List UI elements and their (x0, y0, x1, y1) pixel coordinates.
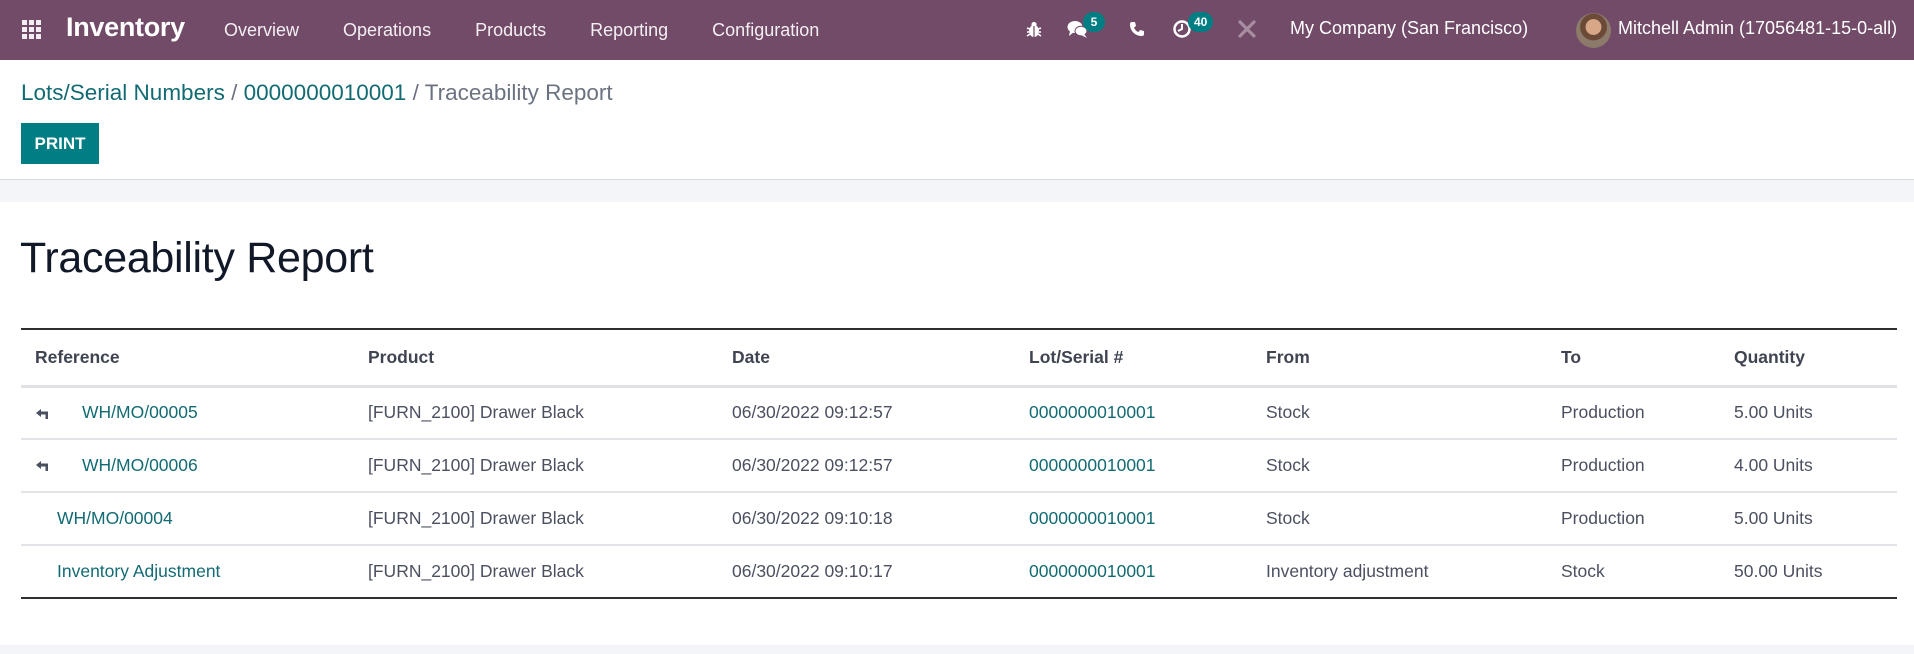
to-location-cell: Stock (1561, 561, 1605, 581)
column-header-lot-serial: Lot/Serial # (1029, 346, 1124, 367)
breadcrumb-lot-record[interactable]: 0000000010001 (244, 80, 407, 105)
bug-icon[interactable] (1021, 16, 1047, 42)
column-header-product: Product (368, 346, 435, 367)
menu-item-overview[interactable]: Overview (224, 20, 299, 41)
column-header-quantity: Quantity (1734, 346, 1805, 367)
product-cell: [FURN_2100] Drawer Black (368, 508, 584, 528)
lot-serial-link[interactable]: 0000000010001 (1029, 508, 1156, 528)
date-cell: 06/30/2022 09:10:18 (732, 508, 893, 528)
app-name[interactable]: Inventory (66, 12, 185, 43)
activities-count-badge: 40 (1188, 12, 1214, 32)
menu-item-configuration[interactable]: Configuration (712, 20, 819, 41)
menu-item-reporting[interactable]: Reporting (590, 20, 668, 41)
product-cell: [FURN_2100] Drawer Black (368, 455, 584, 475)
date-cell: 06/30/2022 09:12:57 (732, 455, 893, 475)
quantity-cell: 5.00 Units (1734, 508, 1813, 528)
date-cell: 06/30/2022 09:12:57 (732, 402, 893, 423)
messages-count-badge: 5 (1083, 12, 1105, 32)
menu-item-operations[interactable]: Operations (343, 20, 431, 41)
to-location-cell: Production (1561, 508, 1645, 528)
to-location-cell: Production (1561, 402, 1645, 423)
phone-icon[interactable] (1124, 16, 1150, 42)
user-avatar[interactable] (1576, 13, 1611, 48)
top-navbar: Inventory Overview Operations Products R… (0, 0, 1914, 60)
to-location-cell: Production (1561, 455, 1645, 475)
table-row: Inventory Adjustment [FURN_2100] Drawer … (21, 545, 1897, 598)
report-title: Traceability Report (20, 234, 374, 282)
content-background-band (0, 180, 1914, 202)
breadcrumb-separator: / (231, 80, 244, 105)
tools-icon[interactable] (1234, 16, 1260, 42)
unfold-icon[interactable] (35, 408, 49, 420)
main-menu: Overview Operations Products Reporting C… (224, 0, 863, 60)
reference-link[interactable]: WH/MO/00005 (82, 402, 198, 422)
table-row: WH/MO/00005 [FURN_2100] Drawer Black 06/… (21, 386, 1897, 439)
reference-link[interactable]: Inventory Adjustment (57, 561, 220, 582)
lot-serial-link[interactable]: 0000000010001 (1029, 402, 1156, 422)
from-location-cell: Inventory adjustment (1266, 561, 1429, 581)
user-menu[interactable]: Mitchell Admin (17056481-15-0-all) (1618, 18, 1897, 39)
from-location-cell: Stock (1266, 455, 1310, 475)
table-row: WH/MO/00006 [FURN_2100] Drawer Black 06/… (21, 439, 1897, 492)
product-cell: [FURN_2100] Drawer Black (368, 402, 584, 423)
menu-item-products[interactable]: Products (475, 20, 546, 41)
apps-menu-icon[interactable] (22, 20, 42, 39)
product-cell: [FURN_2100] Drawer Black (368, 561, 584, 581)
quantity-cell: 5.00 Units (1734, 402, 1813, 423)
company-switcher[interactable]: My Company (San Francisco) (1290, 18, 1528, 39)
column-header-reference: Reference (35, 346, 120, 367)
table-row: WH/MO/00004 [FURN_2100] Drawer Black 06/… (21, 492, 1897, 545)
column-header-from: From (1266, 346, 1310, 367)
breadcrumb: Lots/Serial Numbers / 0000000010001 / Tr… (21, 80, 613, 106)
lot-serial-link[interactable]: 0000000010001 (1029, 455, 1156, 475)
date-cell: 06/30/2022 09:10:17 (732, 561, 893, 581)
traceability-table: Reference Product Date Lot/Serial # From… (21, 328, 1897, 599)
breadcrumb-separator: / (412, 80, 425, 105)
column-header-to: To (1561, 346, 1582, 367)
breadcrumb-current: Traceability Report (424, 80, 613, 105)
from-location-cell: Stock (1266, 402, 1310, 423)
quantity-cell: 4.00 Units (1734, 455, 1813, 475)
reference-link[interactable]: WH/MO/00006 (82, 455, 198, 475)
print-button[interactable]: PRINT (21, 123, 99, 164)
unfold-icon[interactable] (35, 460, 49, 472)
lot-serial-link[interactable]: 0000000010001 (1029, 561, 1156, 581)
reference-link[interactable]: WH/MO/00004 (57, 508, 173, 529)
from-location-cell: Stock (1266, 508, 1310, 528)
table-header-row: Reference Product Date Lot/Serial # From… (21, 329, 1897, 386)
quantity-cell: 50.00 Units (1734, 561, 1823, 581)
column-header-date: Date (732, 346, 770, 367)
content-background-band (0, 645, 1914, 654)
breadcrumb-lots-serial-numbers[interactable]: Lots/Serial Numbers (21, 80, 225, 105)
